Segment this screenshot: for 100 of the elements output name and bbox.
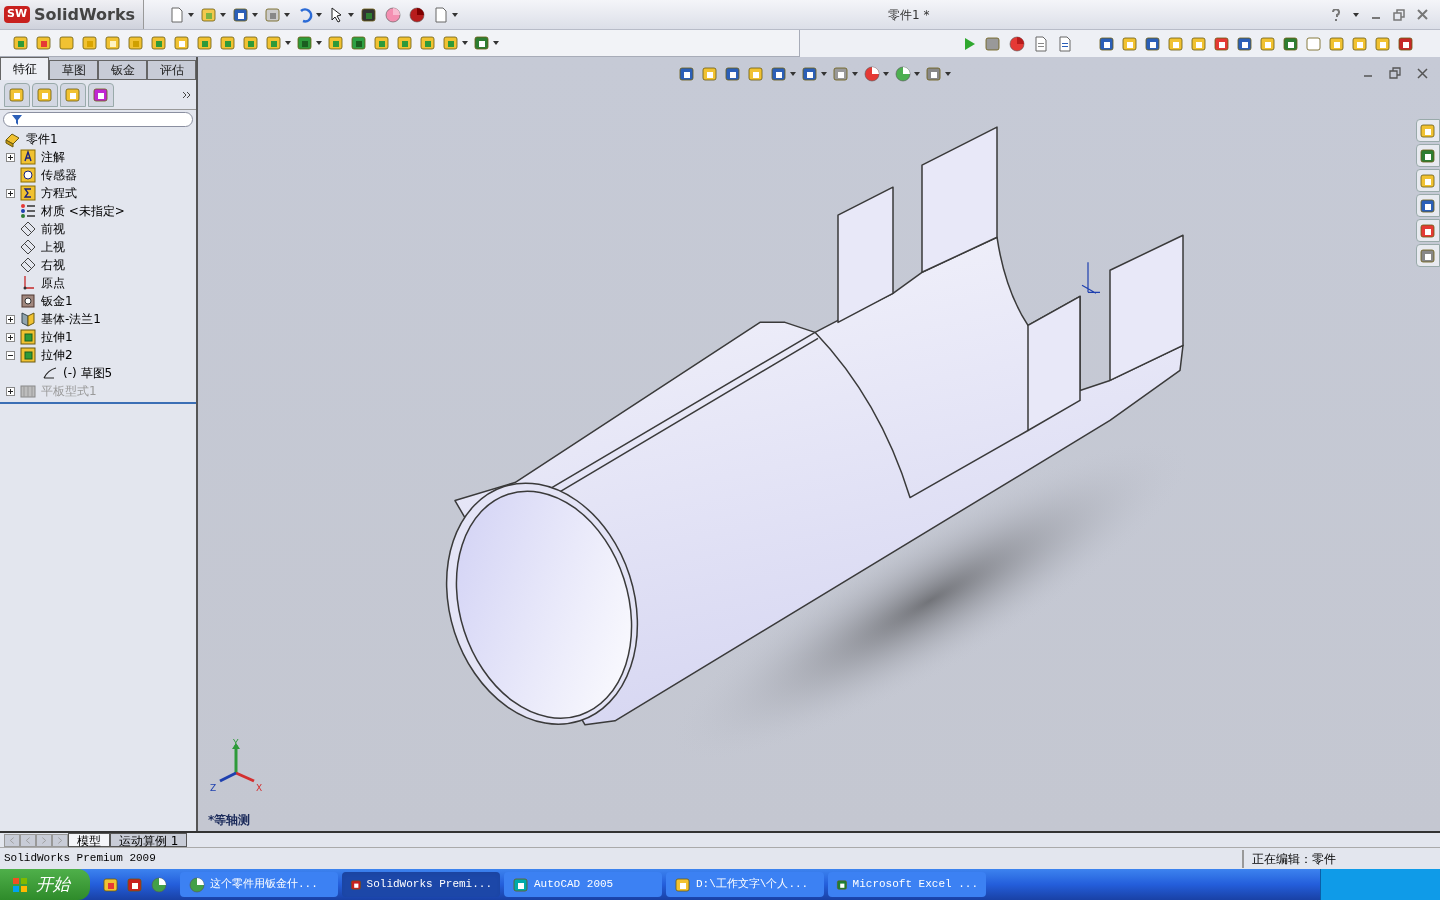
feature-tool-icon[interactable] xyxy=(296,34,314,52)
sketch-icon xyxy=(41,364,59,382)
axis-triad-drawing xyxy=(219,743,255,783)
tree-item-label[interactable]: 方程式 xyxy=(41,184,77,202)
status-mode: 正在编辑：零件 xyxy=(1242,849,1336,868)
material-icon xyxy=(19,202,37,220)
filter-icon xyxy=(12,114,22,125)
logo-badge: SW xyxy=(4,6,31,23)
command-tab[interactable]: 草图 xyxy=(49,60,98,80)
feature-tool-icon[interactable] xyxy=(419,34,437,52)
close-icon[interactable] xyxy=(1417,9,1428,20)
new-macro-icon[interactable] xyxy=(1032,34,1050,53)
caret-icon[interactable] xyxy=(220,12,227,17)
app-logo: SolidWorks xyxy=(34,3,136,26)
tree-item-label[interactable]: 注解 xyxy=(41,148,65,166)
expand-icon[interactable] xyxy=(6,332,15,342)
command-tab[interactable]: 评估 xyxy=(147,60,196,80)
tree-item-label[interactable]: 拉伸2 xyxy=(41,346,73,364)
caret-icon[interactable] xyxy=(945,72,951,76)
feature-tool-icon[interactable] xyxy=(150,34,168,52)
caret-icon[interactable] xyxy=(790,72,796,76)
expand-icon[interactable] xyxy=(6,152,15,162)
windows-logo-icon xyxy=(12,876,28,893)
tree-item-label[interactable]: 右视 xyxy=(41,256,65,274)
sheetmetal-icon xyxy=(19,292,37,310)
tree-root-label[interactable]: 零件1 xyxy=(26,130,58,148)
tree-item-label[interactable]: 原点 xyxy=(41,274,65,292)
caret-icon[interactable] xyxy=(462,41,468,45)
flat-icon xyxy=(19,382,37,400)
expand-panel-icon[interactable] xyxy=(182,90,192,99)
tree-item-label[interactable]: 前视 xyxy=(41,220,65,238)
extrude-icon xyxy=(19,328,37,346)
caret-icon[interactable] xyxy=(914,72,920,76)
plane-icon xyxy=(19,256,37,274)
feature-tool-icon[interactable] xyxy=(242,34,260,52)
taskbar-button[interactable]: AutoCAD 2005 xyxy=(504,872,662,897)
caret-icon[interactable] xyxy=(316,41,322,45)
expand-icon[interactable] xyxy=(6,314,15,324)
collapse-icon[interactable] xyxy=(6,350,15,360)
caret-icon[interactable] xyxy=(1353,12,1359,17)
start-button[interactable]: 开始 xyxy=(0,869,90,900)
tree-item-label[interactable]: 钣金1 xyxy=(41,292,73,310)
restore-icon[interactable] xyxy=(1389,67,1401,79)
tree-item-label[interactable]: 基体-法兰1 xyxy=(41,310,101,328)
flange-icon xyxy=(19,310,37,328)
tree-item-label[interactable]: (-) 草图5 xyxy=(63,364,113,382)
extrude-icon xyxy=(19,346,37,364)
feature-tool-icon[interactable] xyxy=(35,34,53,52)
tree-item-label[interactable]: 拉伸1 xyxy=(41,328,73,346)
feature-tool-icon[interactable] xyxy=(327,34,345,52)
bottom-tab[interactable]: 模型 xyxy=(68,833,110,847)
caret-icon[interactable] xyxy=(188,12,195,17)
caret-icon[interactable] xyxy=(252,12,259,17)
expand-icon[interactable] xyxy=(6,386,15,396)
caret-icon[interactable] xyxy=(493,41,499,45)
caret-icon[interactable] xyxy=(285,41,291,45)
caret-icon[interactable] xyxy=(284,12,291,17)
feature-tool-icon[interactable] xyxy=(12,34,30,52)
caret-icon[interactable] xyxy=(821,72,827,76)
command-tab[interactable]: 特征 xyxy=(0,57,49,80)
annotations-icon xyxy=(19,148,37,166)
quick-launch-icon[interactable] xyxy=(150,875,168,894)
caret-icon[interactable] xyxy=(852,72,858,76)
close-icon[interactable] xyxy=(1417,67,1428,79)
quick-launch-icon[interactable] xyxy=(102,875,120,894)
caret-icon[interactable] xyxy=(316,12,323,17)
tree-item-label[interactable]: 上视 xyxy=(41,238,65,256)
taskbar-button[interactable]: D:\工作文字\个人... xyxy=(666,872,824,897)
caret-icon[interactable] xyxy=(883,72,889,76)
command-tab[interactable]: 钣金 xyxy=(98,60,147,80)
filter-field[interactable] xyxy=(3,112,193,127)
help-icon[interactable] xyxy=(1331,8,1341,21)
expand-icon[interactable] xyxy=(6,188,15,198)
equations-icon xyxy=(19,184,37,202)
plane-icon xyxy=(19,238,37,256)
taskbar-button[interactable]: SolidWorks Premi... xyxy=(342,872,500,897)
feature-tool-icon[interactable] xyxy=(219,34,237,52)
status-product: SolidWorks Premium 2009 xyxy=(4,851,156,867)
window-title: 零件1 * xyxy=(888,6,930,24)
feature-tool-icon[interactable] xyxy=(196,34,214,52)
plane-icon xyxy=(19,220,37,238)
feature-tool-icon[interactable] xyxy=(373,34,391,52)
caret-icon[interactable] xyxy=(452,12,459,17)
z-axis-label: Z xyxy=(210,783,217,793)
edit-macro-icon[interactable] xyxy=(1056,34,1074,53)
taskbar-button[interactable]: 这个零件用钣金什... xyxy=(180,872,338,897)
tree-item-label[interactable]: 材质 <未指定> xyxy=(41,202,125,220)
taskbar-button[interactable]: Microsoft Excel ... xyxy=(828,872,986,897)
bottom-tab[interactable]: 运动算例 1 xyxy=(110,833,188,847)
caret-icon[interactable] xyxy=(348,12,355,17)
tree-item-label[interactable]: 传感器 xyxy=(41,166,77,184)
feature-tool-icon[interactable] xyxy=(396,34,414,52)
quick-launch-icon[interactable] xyxy=(126,875,144,894)
feature-tool-icon[interactable] xyxy=(173,34,191,52)
sketch-origin-icon xyxy=(1081,261,1101,294)
stop-icon[interactable] xyxy=(984,34,1002,53)
restore-icon[interactable] xyxy=(1393,8,1405,21)
feature-tool-icon[interactable] xyxy=(350,34,368,52)
view-orientation-label: *等轴测 xyxy=(208,812,251,829)
feature-tool-icon[interactable] xyxy=(473,34,491,52)
